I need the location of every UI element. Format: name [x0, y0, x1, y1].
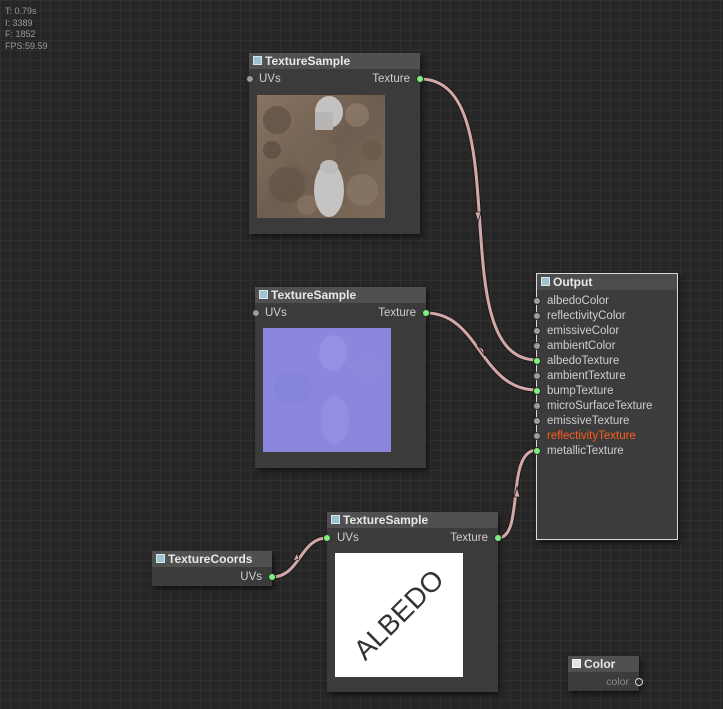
reflectivity-texture-slot-icon[interactable] [533, 432, 541, 440]
uvs-input-slot-icon[interactable] [323, 534, 331, 542]
uvs-input-label: UVs [259, 73, 281, 85]
input-slot-row[interactable]: albedoTexture [533, 354, 677, 369]
texture-output-label: Texture [378, 307, 416, 319]
uvs-input-slot-icon[interactable] [246, 75, 254, 83]
output-node[interactable]: Output albedoColor reflectivityColor emi… [533, 273, 678, 540]
input-slot-row[interactable]: reflectivityTexture [533, 429, 677, 444]
ambient-texture-slot-icon[interactable] [533, 372, 541, 380]
texture-output-slot-icon[interactable] [422, 309, 430, 317]
input-slot-row[interactable]: ambientTexture [533, 369, 677, 384]
color-output-label: color [606, 676, 629, 688]
input-slot-row[interactable]: emissiveColor [533, 324, 677, 339]
reflectivity-color-slot-icon[interactable] [533, 312, 541, 320]
uvs-input-slot-icon[interactable] [252, 309, 260, 317]
micro-surface-texture-label: microSurfaceTexture [547, 400, 653, 412]
input-slot-row[interactable]: bumpTexture [533, 384, 677, 399]
node-title: TextureSample [271, 288, 357, 302]
node-title-bar[interactable]: Output [537, 274, 677, 290]
collapse-box-icon[interactable] [541, 277, 550, 286]
metallic-texture-label: metallicTexture [547, 445, 624, 457]
input-slot-row[interactable]: metallicTexture [533, 444, 677, 459]
ambient-color-slot-icon[interactable] [533, 342, 541, 350]
node-title-bar[interactable]: Color [568, 656, 639, 672]
albedo-color-slot-icon[interactable] [533, 297, 541, 305]
color-node[interactable]: Color color [568, 656, 643, 691]
ambient-texture-label: ambientTexture [547, 370, 626, 382]
ambient-color-label: ambientColor [547, 340, 616, 352]
node-title: TextureSample [343, 513, 429, 527]
albedo-texture-label: albedoTexture [547, 355, 620, 367]
reflectivity-texture-label: reflectivityTexture [547, 430, 636, 442]
texture-output-slot-icon[interactable] [416, 75, 424, 83]
concrete-texture-preview [257, 95, 385, 218]
collapse-box-icon[interactable] [259, 290, 268, 299]
texture-sample-node-2[interactable]: TextureSample UVs Texture [252, 287, 430, 468]
emissive-texture-slot-icon[interactable] [533, 417, 541, 425]
texture-output-slot-icon[interactable] [494, 534, 502, 542]
texture-output-label: Texture [450, 532, 488, 544]
node-title: TextureSample [265, 54, 351, 68]
input-slot-row[interactable]: microSurfaceTexture [533, 399, 677, 414]
node-title: Color [584, 657, 616, 671]
bump-texture-label: bumpTexture [547, 385, 614, 397]
collapse-box-icon[interactable] [331, 515, 340, 524]
bump-texture-slot-icon[interactable] [533, 387, 541, 395]
input-slot-row[interactable]: emissiveTexture [533, 414, 677, 429]
uvs-output-slot-icon[interactable] [268, 573, 276, 581]
emissive-color-label: emissiveColor [547, 325, 620, 337]
input-slot-row[interactable]: ambientColor [533, 339, 677, 354]
node-title-bar[interactable]: TextureSample [255, 287, 426, 303]
collapse-box-icon[interactable] [572, 659, 581, 668]
node-title-bar[interactable]: TextureCoords [152, 551, 272, 567]
emissive-texture-label: emissiveTexture [547, 415, 630, 427]
texture-coords-node[interactable]: TextureCoords UVs [152, 551, 276, 586]
input-slot-row[interactable]: albedoColor [533, 294, 677, 309]
reflectivity-color-label: reflectivityColor [547, 310, 626, 322]
color-output-slot-icon[interactable] [635, 678, 643, 686]
uvs-input-label: UVs [337, 532, 359, 544]
node-title: Output [553, 275, 593, 289]
albedo-preview-text: ALBEDO [347, 563, 450, 666]
uvs-output-label: UVs [240, 571, 262, 583]
collapse-box-icon[interactable] [253, 56, 262, 65]
node-title: TextureCoords [168, 552, 253, 566]
uvs-input-label: UVs [265, 307, 287, 319]
texture-sample-node-1[interactable]: TextureSample UVs Texture [246, 53, 424, 234]
texture-sample-node-3[interactable]: TextureSample UVs Texture ALBEDO [323, 512, 502, 692]
metallic-texture-slot-icon[interactable] [533, 447, 541, 455]
albedo-color-label: albedoColor [547, 295, 610, 307]
texture-output-label: Texture [372, 73, 410, 85]
collapse-box-icon[interactable] [156, 554, 165, 563]
micro-surface-texture-slot-icon[interactable] [533, 402, 541, 410]
node-title-bar[interactable]: TextureSample [327, 512, 498, 528]
node-title-bar[interactable]: TextureSample [249, 53, 420, 69]
albedo-texture-preview: ALBEDO [335, 553, 463, 677]
normal-map-texture-preview [263, 328, 391, 452]
emissive-color-slot-icon[interactable] [533, 327, 541, 335]
albedo-texture-slot-icon[interactable] [533, 357, 541, 365]
input-slot-row[interactable]: reflectivityColor [533, 309, 677, 324]
